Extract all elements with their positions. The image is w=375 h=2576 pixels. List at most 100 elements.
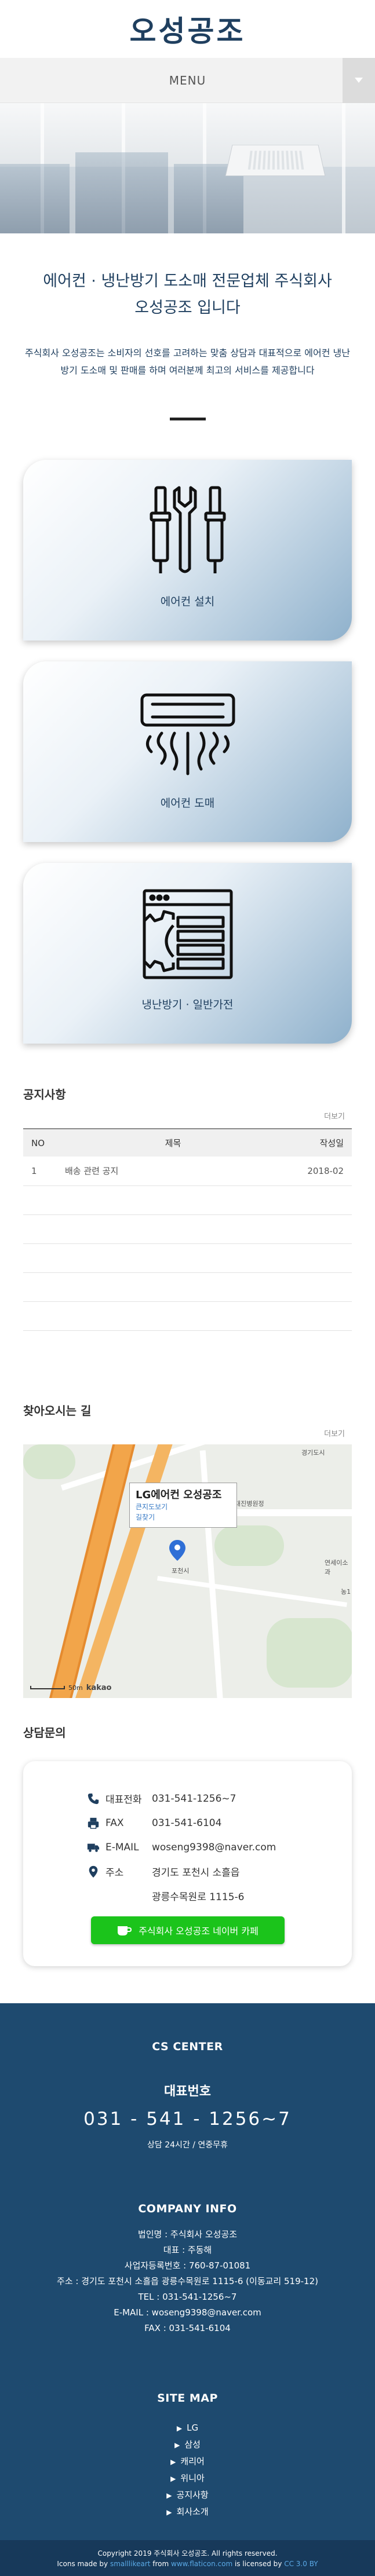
contact-address-row: 주소 경기도 포천시 소흘읍 [23,1860,352,1884]
credit-site-link[interactable]: www.flaticon.com [171,2560,232,2568]
company-info-line: 법인명 : 주식회사 오성공조 [137,2229,238,2240]
notice-table: NO 제목 작성일 1 배송 관련 공지 2018-02 [23,1128,352,1331]
map-place-label: 연세이소과 [325,1558,348,1576]
contact-email-value[interactable]: woseng9398@naver.com [152,1842,276,1853]
sitemap-link-winia[interactable]: 위니아 [0,2470,375,2487]
contact-fax-value: 031-541-6104 [152,1817,222,1829]
map-place-label: 농1 [341,1587,351,1596]
contact-email-row[interactable]: E-MAIL woseng9398@naver.com [23,1835,352,1860]
company-info-line: 대표 : 주동해 [163,2244,212,2255]
sitemap-link-carrier[interactable]: 캐리어 [0,2453,375,2470]
map[interactable]: 경기도시 대진병원정 연세이소과 농1 포천시 LG에어컨 오성공조 큰지도보기… [23,1444,352,1698]
map-scale: 50m kakao [30,1684,112,1692]
sitemap-link-notice[interactable]: 공지사항 [0,2487,375,2504]
company-info-line: 사업자등록번호 : 760-87-01081 [124,2260,251,2271]
site-logo[interactable]: 오성공조 [130,8,246,50]
notice-section: 공지사항 더보기 NO 제목 작성일 1 배송 관련 공지 2018-02 [0,1085,375,1331]
column-header-no: NO [23,1128,64,1157]
contact-address-row-2: 광릉수목원로 1115-6 [23,1884,352,1908]
air-conditioner-icon [140,693,235,775]
contact-phone-row[interactable]: 대표전화 031-541-1256~7 [23,1787,352,1811]
intro-description: 주식회사 오성공조는 소비자의 선호를 고려하는 맞춤 상담과 대표적으로 에어… [25,347,350,376]
map-info-popup: LG에어컨 오성공조 큰지도보기 길찾기 [129,1482,237,1528]
kakao-logo: kakao [86,1683,112,1692]
location-title: 찾아오시는 길 [23,1403,92,1418]
company-info-line: 주소 : 경기도 포천시 소흘읍 광릉수목원로 1115-6 (이동교리 519… [57,2275,318,2286]
mail-truck-icon [87,1843,100,1852]
column-header-title: 제목 [64,1128,282,1157]
menu-bar[interactable]: MENU [0,58,375,103]
map-scale-label: 50m [68,1684,83,1692]
sitemap-link-about[interactable]: 회사소개 [0,2504,375,2520]
service-cards: 에어컨 설치 에어컨 도매 냉난방기 · 일반가전 [0,420,375,1044]
contact-phone-value[interactable]: 031-541-1256~7 [152,1793,236,1805]
company-info-title: COMPANY INFO [138,2202,237,2215]
contact-email-label: E-MAIL [105,1841,139,1853]
sitemap-link-lg[interactable]: LG [0,2420,375,2436]
service-label: 냉난방기 · 일반가전 [141,998,234,1011]
map-popup-title: LG에어컨 오성공조 [136,1488,222,1501]
contact-fax-label: FAX [105,1817,124,1829]
menu-toggle-button[interactable] [343,58,375,103]
site-header: 오성공조 [0,0,375,58]
map-place-label: 포천시 [172,1567,190,1575]
intro-section: 에어컨 · 냉난방기 도소매 전문업체 주식회사 오성공조 입니다 주식회사 오… [0,233,375,420]
row-date: 2018-02 [282,1157,352,1186]
main-phone-number[interactable]: 031 - 541 - 1256~7 [0,2109,375,2129]
service-card-wholesale[interactable]: 에어컨 도매 [23,661,352,842]
service-label: 에어컨 도매 [160,797,215,810]
tools-icon [150,486,225,573]
credit-license-link[interactable]: CC 3.0 BY [284,2560,318,2568]
hero-image [0,103,375,233]
notice-more-link[interactable]: 더보기 [0,1110,375,1121]
cs-center-title: CS CENTER [152,2040,223,2053]
service-card-install[interactable]: 에어컨 설치 [23,460,352,641]
table-row [23,1185,352,1215]
service-label: 에어컨 설치 [160,595,215,608]
phone-icon [88,1793,99,1804]
table-row[interactable]: 1 배송 관련 공지 2018-02 [23,1157,352,1186]
footer-bottom-bar: Copyright 2019 주식회사 오성공조. All rights res… [0,2540,375,2576]
column-header-date: 작성일 [282,1128,352,1157]
row-title[interactable]: 배송 관련 공지 [64,1157,282,1186]
contact-fax-row: FAX 031-541-6104 [23,1811,352,1835]
support-hours: 상담 24시간 / 연중무휴 [147,2140,228,2150]
contact-address-label: 주소 [105,1867,124,1879]
company-info: 법인명 : 주식회사 오성공조 대표 : 주동해 사업자등록번호 : 760-8… [0,2227,375,2336]
main-phone-title: 대표번호 [164,2084,211,2099]
row-no: 1 [23,1157,64,1186]
contact-phone-label: 대표전화 [105,1794,142,1806]
table-row [23,1214,352,1244]
copyright: Copyright 2019 주식회사 오성공조. All rights res… [97,2549,278,2557]
table-row [23,1243,352,1273]
site-footer: CS CENTER 대표번호 031 - 541 - 1256~7 상담 24시… [0,2003,375,2576]
sitemap-link-samsung[interactable]: 삼성 [0,2436,375,2453]
sitemap-links: LG 삼성 캐리어 위니아 공지사항 회사소개 [0,2420,375,2520]
service-card-appliances[interactable]: 냉난방기 · 일반가전 [23,863,352,1044]
gear-window-icon [143,889,232,979]
contact-section: 상담문의 대표전화 031-541-1256~7 FAX 031-541-610… [0,1724,375,1966]
contact-address-line1: 경기도 포천시 소흘읍 [152,1867,240,1879]
company-info-line: TEL : 031-541-1256~7 [138,2291,237,2302]
company-info-line: E-MAIL : woseng9398@naver.com [114,2307,261,2318]
fax-icon [88,1817,99,1829]
map-large-view-link[interactable]: 큰지도보기 [136,1502,231,1512]
menu-label[interactable]: MENU [169,74,206,87]
table-row [23,1301,352,1331]
credit-author-link[interactable]: smalllikeart [110,2560,151,2568]
location-section: 찾아오시는 길 더보기 경기도시 대진병원정 연세이소과 농1 포천시 LG에어… [0,1402,375,1698]
location-more-link[interactable]: 더보기 [0,1428,375,1439]
contact-address-line2: 광릉수목원로 1115-6 [152,1891,245,1903]
caret-down-icon [355,78,363,83]
naver-cafe-label: 주식회사 오성공조 네이버 카페 [139,1925,259,1937]
intro-title: 에어컨 · 냉난방기 도소매 전문업체 주식회사 오성공조 입니다 [43,272,332,317]
naver-cafe-button[interactable]: 주식회사 오성공조 네이버 카페 [90,1916,285,1944]
map-directions-link[interactable]: 길찾기 [136,1512,231,1523]
coffee-cup-icon [118,1926,132,1935]
contact-title: 상담문의 [23,1725,66,1740]
map-pin-icon[interactable] [169,1539,185,1561]
ceiling-ac-unit [225,145,326,176]
notice-title: 공지사항 [23,1088,66,1102]
sitemap-title: SITE MAP [157,2391,218,2405]
table-header-row: NO 제목 작성일 [23,1128,352,1157]
